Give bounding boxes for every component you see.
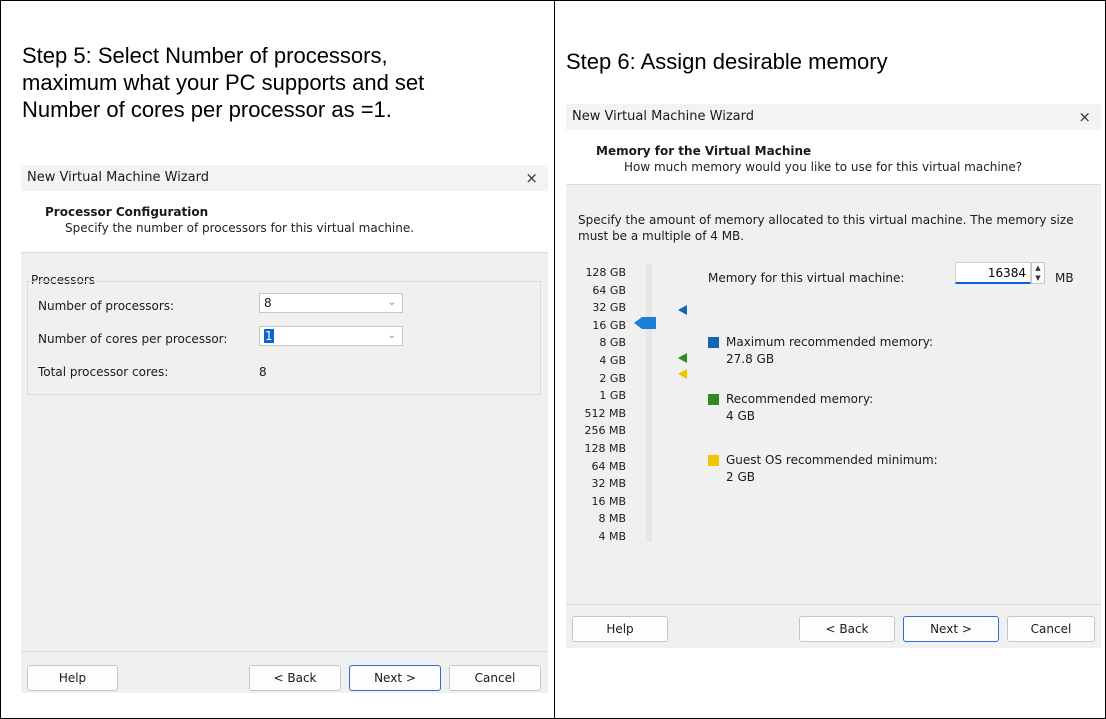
num-processors-value: 8 [264, 296, 272, 310]
max-memory-value: 27.8 GB [726, 352, 775, 366]
memory-scale-label: 32 MB [591, 477, 626, 491]
header-subtitle: Specify the number of processors for thi… [65, 221, 415, 235]
memory-unit: MB [1055, 271, 1074, 285]
memory-slider-thumb-body[interactable] [642, 317, 656, 329]
recommended-memory-swatch [708, 394, 719, 405]
minimum-memory-label: Guest OS recommended minimum: [726, 453, 938, 467]
total-cores-label: Total processor cores: [38, 365, 169, 379]
chevron-down-icon: ⌄ [387, 297, 396, 308]
back-button[interactable]: < Back [799, 616, 895, 642]
spin-down-icon[interactable]: ▼ [1032, 273, 1044, 283]
dialog-header: Memory for the Virtual Machine How much … [566, 130, 1101, 185]
next-button[interactable]: Next > [349, 665, 441, 691]
num-processors-dropdown[interactable]: 8 ⌄ [259, 293, 403, 313]
memory-description-line1: Specify the amount of memory allocated t… [578, 213, 1074, 227]
dialog-titlebar: New Virtual Machine Wizard × [566, 104, 1101, 130]
memory-scale-label: 8 MB [598, 512, 626, 526]
memory-slider-thumb[interactable] [634, 317, 642, 329]
total-cores-value: 8 [259, 365, 267, 379]
memory-scale-label: 16 MB [591, 494, 626, 508]
dialog-title: New Virtual Machine Wizard [572, 109, 754, 124]
recommended-memory-value: 4 GB [726, 409, 755, 423]
step5-title-line1: Step 5: Select Number of processors, [22, 43, 388, 68]
back-button[interactable]: < Back [249, 665, 341, 691]
max-memory-swatch [708, 337, 719, 348]
recommended-memory-label: Recommended memory: [726, 392, 874, 406]
num-processors-label: Number of processors: [38, 299, 175, 313]
next-button[interactable]: Next > [903, 616, 999, 642]
processor-wizard-dialog: New Virtual Machine Wizard × Processor C… [21, 165, 548, 693]
recommended-memory-marker [678, 353, 687, 363]
cancel-button[interactable]: Cancel [1007, 616, 1095, 642]
minimum-memory-value: 2 GB [726, 470, 755, 484]
memory-scale-label: 64 GB [592, 283, 626, 297]
memory-scale-label: 1 GB [599, 389, 626, 403]
memory-scale-label: 512 MB [584, 406, 626, 420]
max-memory-label: Maximum recommended memory: [726, 335, 934, 349]
memory-scale-label: 8 GB [599, 336, 626, 350]
minimum-memory-marker [678, 369, 687, 379]
memory-wizard-dialog: New Virtual Machine Wizard × Memory for … [566, 104, 1101, 648]
memory-scale-label: 64 MB [591, 459, 626, 473]
header-title: Memory for the Virtual Machine [596, 144, 812, 158]
dialog-titlebar: New Virtual Machine Wizard × [21, 165, 548, 191]
memory-scale-label: 128 MB [584, 442, 626, 455]
close-icon[interactable]: × [525, 165, 538, 191]
cores-per-processor-label: Number of cores per processor: [38, 332, 228, 346]
memory-scale-label: 4 MB [598, 530, 626, 543]
footer-separator [21, 651, 548, 652]
memory-description-line2: must be a multiple of 4 MB. [578, 229, 745, 243]
chevron-down-icon: ⌄ [387, 330, 396, 341]
memory-scale-label: 256 MB [584, 424, 626, 438]
memory-field-label: Memory for this virtual machine: [708, 271, 905, 285]
cancel-button[interactable]: Cancel [449, 665, 541, 691]
memory-slider-track[interactable] [646, 264, 652, 542]
memory-scale-label: 128 GB [585, 266, 626, 279]
header-title: Processor Configuration [45, 205, 209, 219]
cores-per-processor-value: 1 [264, 329, 274, 343]
minimum-memory-swatch [708, 455, 719, 466]
header-subtitle: How much memory would you like to use fo… [624, 160, 1023, 174]
cores-per-processor-dropdown[interactable]: 1 ⌄ [259, 326, 403, 346]
memory-scale-label: 16 GB [592, 318, 626, 332]
step5-title-line2: maximum what your PC supports and set [22, 70, 425, 95]
footer-separator [566, 604, 1101, 605]
dialog-title: New Virtual Machine Wizard [27, 170, 209, 185]
help-button[interactable]: Help [27, 665, 118, 691]
help-button[interactable]: Help [572, 616, 668, 642]
panel-divider [554, 0, 555, 719]
dialog-header: Processor Configuration Specify the numb… [21, 191, 548, 253]
memory-scale-label: 4 GB [599, 354, 626, 367]
spin-up-icon[interactable]: ▲ [1032, 263, 1044, 273]
memory-stepper[interactable]: ▲ ▼ [1031, 262, 1045, 284]
memory-scale-label: 2 GB [599, 371, 626, 385]
close-icon[interactable]: × [1078, 104, 1091, 130]
step5-title-line3: Number of cores per processor as =1. [22, 97, 392, 122]
memory-scale-label: 32 GB [592, 301, 626, 315]
memory-input[interactable] [955, 262, 1031, 284]
step6-title: Step 6: Assign desirable memory [566, 49, 888, 74]
max-memory-marker [678, 305, 687, 315]
